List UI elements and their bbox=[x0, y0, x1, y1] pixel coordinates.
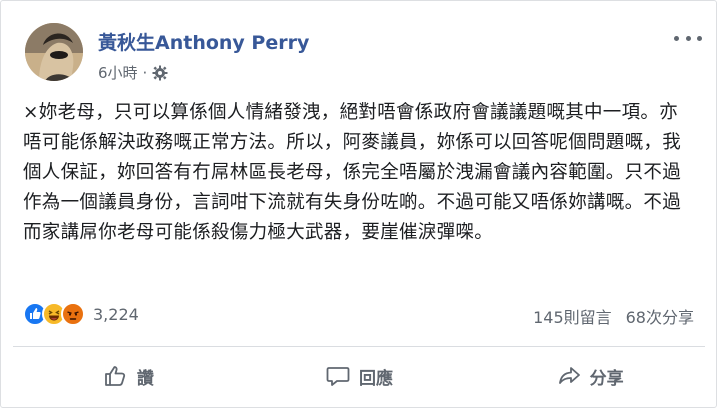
comment-count-link[interactable]: 145則留言 bbox=[533, 304, 612, 328]
post-card: 黃秋生Anthony Perry 6小時 · ×妳老母，只可以算係個人情緒發洩，… bbox=[0, 0, 717, 408]
post-meta: 6小時 · bbox=[98, 62, 168, 83]
avatar-image bbox=[25, 23, 83, 81]
actions-top-divider bbox=[13, 346, 705, 347]
reaction-count: 3,224 bbox=[93, 304, 139, 324]
post-timestamp[interactable]: 6小時 bbox=[98, 62, 138, 83]
thumbs-up-icon bbox=[104, 366, 125, 386]
post-stats: 145則留言 68次分享 bbox=[533, 304, 694, 328]
share-button[interactable]: 分享 bbox=[474, 356, 705, 396]
more-options-icon[interactable] bbox=[674, 31, 702, 45]
comment-button-label: 回應 bbox=[359, 368, 393, 389]
like-button[interactable]: 讚 bbox=[13, 356, 244, 396]
share-button-label: 分享 bbox=[589, 368, 624, 389]
like-button-label: 讚 bbox=[136, 368, 154, 389]
comment-button[interactable]: 回應 bbox=[244, 356, 475, 396]
angry-icon bbox=[61, 302, 85, 326]
author-avatar[interactable] bbox=[25, 23, 83, 81]
action-bar: 讚 回應 分享 bbox=[13, 352, 705, 400]
audience-gear-icon[interactable] bbox=[152, 65, 168, 81]
comment-bubble-icon bbox=[326, 367, 350, 386]
author-name-link[interactable]: 黃秋生Anthony Perry bbox=[98, 28, 309, 55]
share-arrow-icon bbox=[558, 367, 580, 384]
post-body-text: ×妳老母，只可以算係個人情緒發洩，絕對唔會係政府會議議題嘅其中一項。亦唔可能係解… bbox=[23, 102, 682, 243]
reactions-summary[interactable]: 3,224 bbox=[23, 302, 139, 326]
share-count-link[interactable]: 68次分享 bbox=[626, 304, 694, 328]
meta-separator: · bbox=[142, 63, 148, 82]
